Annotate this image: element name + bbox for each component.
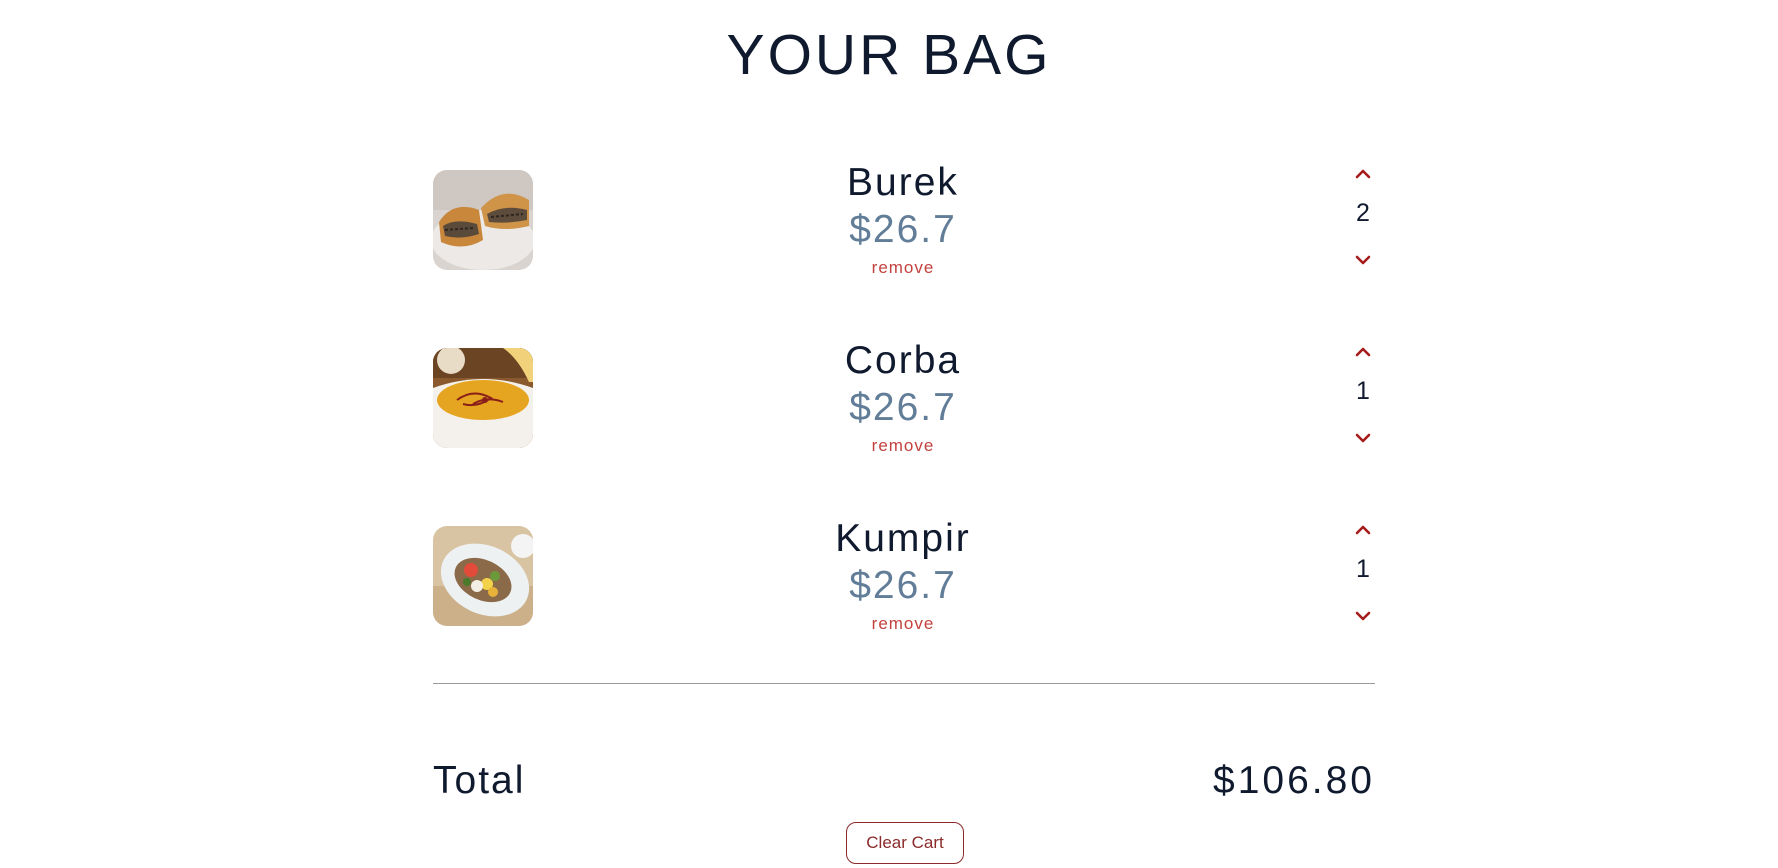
chevron-up-icon [1355,525,1371,535]
quantity-value: 1 [1356,555,1370,583]
item-name: Kumpir [835,517,971,560]
kumpir-image [433,526,533,626]
quantity-value: 1 [1356,377,1370,405]
corba-image [433,348,533,448]
item-name: Corba [844,339,962,382]
quantity-value: 2 [1356,199,1370,227]
item-price: $26.7 [849,208,957,251]
remove-button[interactable]: remove [872,258,935,278]
increase-quantity-button[interactable] [1348,162,1378,186]
item-info: Burek $26.7 remove [753,160,1053,278]
decrease-quantity-button[interactable] [1348,426,1378,450]
cart-divider [433,683,1375,684]
item-name: Burek [847,161,959,204]
item-price: $26.7 [849,386,957,429]
item-info: Corba $26.7 remove [753,338,1053,456]
quantity-stepper: 1 [1333,338,1393,448]
increase-quantity-button[interactable] [1348,518,1378,542]
decrease-quantity-button[interactable] [1348,248,1378,272]
decrease-quantity-button[interactable] [1348,604,1378,628]
chevron-down-icon [1355,433,1371,443]
total-amount: $106.80 [1213,759,1375,802]
cart-item-kumpir: Kumpir $26.7 remove 1 [433,516,1375,633]
clear-cart-button[interactable]: Clear Cart [846,822,964,864]
quantity-stepper: 1 [1333,516,1393,626]
item-price: $26.7 [849,564,957,607]
chevron-up-icon [1355,347,1371,357]
remove-button[interactable]: remove [872,436,935,456]
cart-item-burek: Burek $26.7 remove 2 [433,160,1375,277]
cart-item-corba: Corba $26.7 remove 1 [433,338,1375,455]
page-title: YOUR BAG [726,23,1052,87]
chevron-down-icon [1355,611,1371,621]
quantity-stepper: 2 [1333,160,1393,270]
total-label: Total [433,759,526,802]
burek-image [433,170,533,270]
chevron-down-icon [1355,255,1371,265]
chevron-up-icon [1355,169,1371,179]
item-info: Kumpir $26.7 remove [753,516,1053,634]
remove-button[interactable]: remove [872,614,935,634]
increase-quantity-button[interactable] [1348,340,1378,364]
